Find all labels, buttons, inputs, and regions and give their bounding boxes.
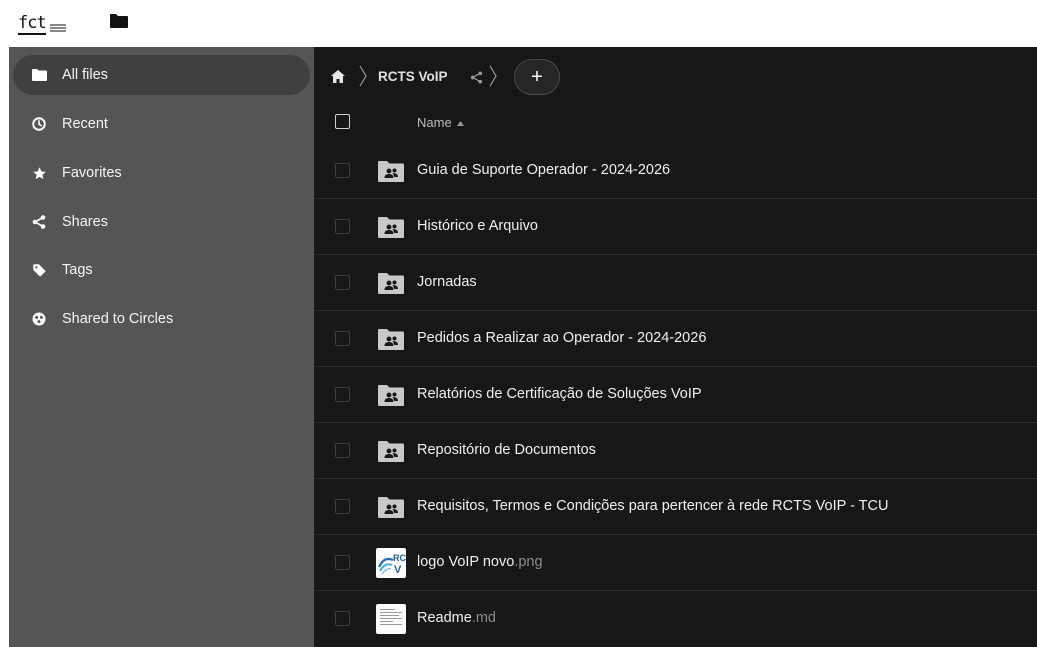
sidebar-item-all-files[interactable]: All files xyxy=(13,55,310,95)
file-name[interactable]: Histórico e Arquivo xyxy=(417,218,538,234)
star-icon xyxy=(31,165,47,181)
sidebar-item-recent[interactable]: Recent xyxy=(13,104,310,144)
file-row[interactable]: Jornadas xyxy=(314,255,1037,311)
row-checkbox[interactable] xyxy=(335,555,350,570)
share-icon[interactable] xyxy=(470,71,483,84)
file-list-header: Name xyxy=(314,107,1037,141)
breadcrumb-current-folder[interactable]: RCTS VoIP xyxy=(378,69,448,84)
row-checkbox[interactable] xyxy=(335,219,350,234)
sidebar-item-label: All files xyxy=(62,67,108,83)
shared-folder-icon xyxy=(376,156,406,186)
shared-folder-icon xyxy=(376,492,406,522)
file-name[interactable]: Pedidos a Realizar ao Operador - 2024-20… xyxy=(417,330,706,346)
sidebar-item-favorites[interactable]: Favorites xyxy=(13,153,310,193)
row-checkbox[interactable] xyxy=(335,387,350,402)
sidebar-item-label: Shares xyxy=(62,214,108,230)
file-row[interactable]: Pedidos a Realizar ao Operador - 2024-20… xyxy=(314,311,1037,367)
shared-folder-icon xyxy=(376,436,406,466)
file-name[interactable]: Relatórios de Certificação de Soluções V… xyxy=(417,386,702,402)
select-all-checkbox[interactable] xyxy=(335,114,350,129)
navigation-sidebar: All files Recent Favorites Shares Tags S… xyxy=(9,47,314,647)
file-row[interactable]: Repositório de Documentos xyxy=(314,423,1037,479)
logo-text: fct xyxy=(18,13,47,35)
sidebar-item-label: Favorites xyxy=(62,165,122,181)
file-name[interactable]: Repositório de Documentos xyxy=(417,442,596,458)
file-row[interactable]: Relatórios de Certificação de Soluções V… xyxy=(314,367,1037,423)
tag-icon xyxy=(31,262,47,278)
file-name[interactable]: logo VoIP novo.png xyxy=(417,554,543,570)
breadcrumb-separator-icon xyxy=(489,65,497,87)
file-row[interactable]: RC V logo VoIP novo.png xyxy=(314,535,1037,591)
sidebar-item-label: Recent xyxy=(62,116,108,132)
svg-text:V: V xyxy=(394,564,402,576)
home-icon[interactable] xyxy=(331,70,345,83)
clock-icon xyxy=(31,116,47,132)
fct-logo[interactable]: fct xyxy=(18,11,90,35)
file-name[interactable]: Readme.md xyxy=(417,610,496,626)
new-item-button[interactable]: + xyxy=(514,59,560,95)
file-row[interactable]: Readme.md xyxy=(314,591,1037,647)
row-checkbox[interactable] xyxy=(335,163,350,178)
sidebar-item-shared-to-circles[interactable]: Shared to Circles xyxy=(13,299,310,339)
row-checkbox[interactable] xyxy=(335,443,350,458)
file-row[interactable]: Requisitos, Termos e Condições para pert… xyxy=(314,479,1037,535)
folder-icon xyxy=(31,67,47,83)
text-file-thumbnail-icon xyxy=(376,604,406,634)
name-column-header[interactable]: Name xyxy=(417,115,452,130)
top-bar: fct xyxy=(0,0,1037,47)
file-name[interactable]: Jornadas xyxy=(417,274,477,290)
shared-folder-icon xyxy=(376,268,406,298)
row-checkbox[interactable] xyxy=(335,611,350,626)
breadcrumb-separator-icon xyxy=(359,65,367,87)
row-checkbox[interactable] xyxy=(335,331,350,346)
circles-icon xyxy=(31,311,47,327)
sidebar-item-tags[interactable]: Tags xyxy=(13,250,310,290)
shared-folder-icon xyxy=(376,324,406,354)
image-thumbnail-icon: RC V xyxy=(376,548,406,578)
file-row[interactable]: Histórico e Arquivo xyxy=(314,199,1037,255)
share-icon xyxy=(31,214,47,230)
file-name[interactable]: Requisitos, Termos e Condições para pert… xyxy=(417,498,888,514)
row-checkbox[interactable] xyxy=(335,275,350,290)
file-row[interactable]: Guia de Suporte Operador - 2024-2026 xyxy=(314,143,1037,199)
svg-text:RC: RC xyxy=(393,553,406,563)
sidebar-item-label: Tags xyxy=(62,262,93,278)
files-app-icon[interactable] xyxy=(110,14,128,28)
breadcrumb: RCTS VoIP + xyxy=(314,47,1037,107)
sort-ascending-icon[interactable] xyxy=(457,121,464,126)
file-list-panel: RCTS VoIP + Name Guia de Suporte Operado… xyxy=(314,47,1037,647)
shared-folder-icon xyxy=(376,212,406,242)
sidebar-item-label: Shared to Circles xyxy=(62,311,174,327)
logo-subtitle-lines xyxy=(49,23,66,32)
file-name[interactable]: Guia de Suporte Operador - 2024-2026 xyxy=(417,162,670,178)
sidebar-item-shares[interactable]: Shares xyxy=(13,202,310,242)
row-checkbox[interactable] xyxy=(335,499,350,514)
shared-folder-icon xyxy=(376,380,406,410)
